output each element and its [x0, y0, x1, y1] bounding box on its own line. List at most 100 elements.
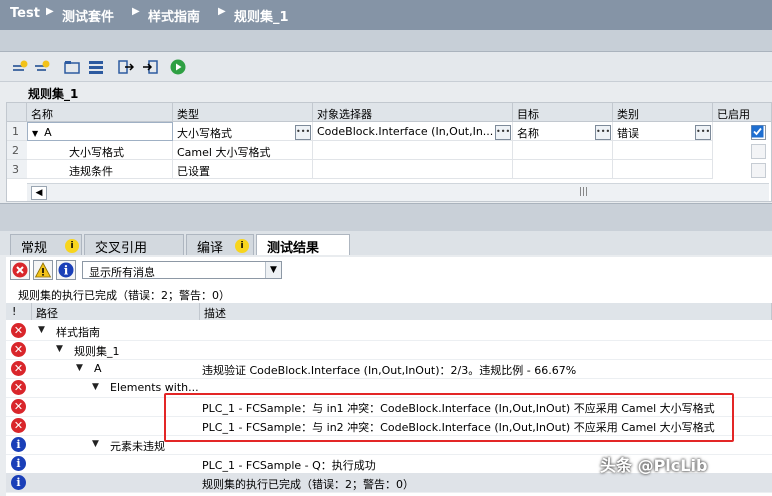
editor-header-strip	[0, 30, 772, 52]
grid-header-target[interactable]: 目标	[513, 103, 613, 122]
message-filter-select[interactable]: 显示所有消息 ▼	[82, 261, 282, 279]
list-header-description[interactable]: 描述	[200, 303, 772, 320]
collapse-triangle-icon[interactable]: ▼	[76, 363, 83, 373]
grid-header-rownum	[7, 103, 27, 122]
result-path: 元素未违规	[110, 440, 165, 453]
selector-cell[interactable]: CodeBlock.Interface (In,Out,In...	[313, 122, 513, 141]
scroll-left-icon[interactable]: ◀	[31, 186, 47, 200]
info-icon: i	[11, 437, 26, 452]
ellipsis-icon[interactable]: •••	[595, 125, 611, 140]
tab-test-results[interactable]: 测试结果	[256, 234, 350, 256]
inspector-tabs: 常规 i 交叉引用 编译 i 测试结果	[0, 231, 772, 256]
filter-warnings-button[interactable]	[33, 260, 53, 280]
ruleset-title: 规则集_1	[28, 87, 79, 101]
grid-header-category[interactable]: 类别	[613, 103, 713, 122]
enabled-checkbox-disabled	[751, 163, 766, 178]
grid-header-name[interactable]: 名称	[27, 103, 173, 122]
horizontal-scrollbar[interactable]: ◀ |||	[27, 183, 769, 201]
result-path: 规则集_1	[74, 345, 120, 358]
rule-type-cell[interactable]: 大小写格式	[173, 122, 313, 141]
target-text: 名称	[517, 127, 539, 140]
rule-property-value[interactable]: Camel 大小写格式	[173, 141, 313, 160]
error-icon: ✕	[11, 380, 26, 395]
rule-type-text: 大小写格式	[177, 127, 232, 140]
tab-cross-reference[interactable]: 交叉引用	[84, 234, 184, 256]
row-number: 2	[7, 141, 27, 160]
list-item[interactable]: ✕ ▼ A 违规验证 CodeBlock.Interface (In,Out,I…	[6, 359, 772, 379]
breadcrumb: Test ▶ 测试套件 ▶ 样式指南 ▶ 规则集_1	[0, 0, 772, 30]
empty-cell	[613, 141, 713, 160]
add-condition-icon[interactable]	[34, 60, 50, 74]
scroll-grip-icon[interactable]: |||	[579, 187, 588, 197]
chevron-right-icon: ▶	[218, 6, 226, 17]
breadcrumb-item-test[interactable]: Test	[10, 6, 40, 21]
message-filter-bar: i 显示所有消息 ▼	[6, 257, 772, 283]
list-view-icon[interactable]	[88, 60, 104, 74]
add-rule-icon[interactable]	[12, 60, 28, 74]
toolbar	[0, 52, 772, 82]
result-path: A	[94, 362, 102, 375]
rule-property-value[interactable]: 已设置	[173, 160, 313, 179]
ellipsis-icon[interactable]: •••	[495, 125, 511, 140]
list-item[interactable]: ✕ ▼ 规则集_1	[6, 340, 772, 360]
filter-errors-button[interactable]	[10, 260, 30, 280]
list-header-severity[interactable]: !	[6, 303, 32, 320]
empty-cell	[313, 160, 513, 179]
result-description: 规则集的执行已完成（错误：2；警告：0）	[202, 478, 414, 491]
breadcrumb-item-styleguide[interactable]: 样式指南	[148, 6, 200, 25]
row-number: 3	[7, 160, 27, 179]
collapse-triangle-icon[interactable]: ▼	[92, 382, 99, 392]
folder-icon[interactable]	[64, 60, 80, 74]
rule-property-name: 大小写格式	[27, 141, 173, 160]
ellipsis-icon[interactable]: •••	[295, 125, 311, 140]
export-icon[interactable]	[118, 60, 134, 74]
chevron-down-icon[interactable]: ▼	[265, 262, 281, 278]
category-text: 错误	[617, 127, 639, 140]
empty-cell	[313, 141, 513, 160]
collapse-triangle-icon[interactable]: ▼	[38, 325, 45, 335]
tab-general[interactable]: 常规 i	[10, 234, 82, 256]
breadcrumb-item-ruleset: 规则集_1	[234, 10, 289, 25]
import-icon[interactable]	[142, 60, 158, 74]
tab-compile[interactable]: 编译 i	[186, 234, 254, 256]
info-icon: i	[11, 456, 26, 471]
list-header-path[interactable]: 路径	[32, 303, 200, 320]
grid-header-type[interactable]: 类型	[173, 103, 313, 122]
collapse-triangle-icon[interactable]: ▼	[92, 439, 99, 449]
warning-icon	[34, 262, 52, 278]
error-icon: ✕	[11, 361, 26, 376]
panel-splitter[interactable]	[0, 203, 772, 231]
selector-text: CodeBlock.Interface (In,Out,In...	[317, 125, 494, 138]
rule-name-field[interactable]: ▼ A	[27, 122, 173, 141]
info-badge-icon: i	[235, 239, 249, 253]
breadcrumb-item-suite[interactable]: 测试套件	[62, 6, 114, 25]
chevron-right-icon: ▶	[132, 6, 140, 17]
tab-label: 测试结果	[267, 241, 320, 256]
empty-cell	[513, 160, 613, 179]
error-icon: ✕	[11, 323, 26, 338]
empty-cell	[513, 141, 613, 160]
error-icon	[12, 262, 28, 278]
watermark: 头条 @PlcLib	[600, 456, 708, 475]
error-icon: ✕	[11, 342, 26, 357]
list-item[interactable]: ✕ ▼ 样式指南	[6, 321, 772, 341]
rules-grid: 名称 类型 对象选择器 目标 类别 已启用 1 ▼ A 大小写格式 ••• Cod…	[6, 102, 772, 202]
tab-label: 交叉引用	[95, 241, 148, 256]
rule-name-text: A	[44, 126, 52, 139]
svg-text:i: i	[64, 264, 69, 278]
ellipsis-icon[interactable]: •••	[695, 125, 711, 140]
run-icon[interactable]	[170, 59, 186, 75]
info-icon: i	[58, 262, 74, 278]
row-number: 1	[7, 122, 27, 141]
enabled-checkbox[interactable]	[751, 125, 766, 140]
grid-header-selector[interactable]: 对象选择器	[313, 103, 513, 122]
collapse-triangle-icon[interactable]: ▼	[56, 344, 63, 354]
tab-label: 编译	[197, 241, 224, 256]
collapse-triangle-icon[interactable]: ▼	[32, 129, 38, 138]
filter-info-button[interactable]: i	[56, 260, 76, 280]
result-description: 违规验证 CodeBlock.Interface (In,Out,InOut)：…	[202, 364, 577, 377]
status-text: 规则集的执行已完成（错误：2；警告：0）	[6, 283, 772, 303]
message-filter-value: 显示所有消息	[89, 266, 155, 279]
checkmark-icon	[751, 125, 764, 138]
grid-header-enabled[interactable]: 已启用	[713, 103, 771, 122]
